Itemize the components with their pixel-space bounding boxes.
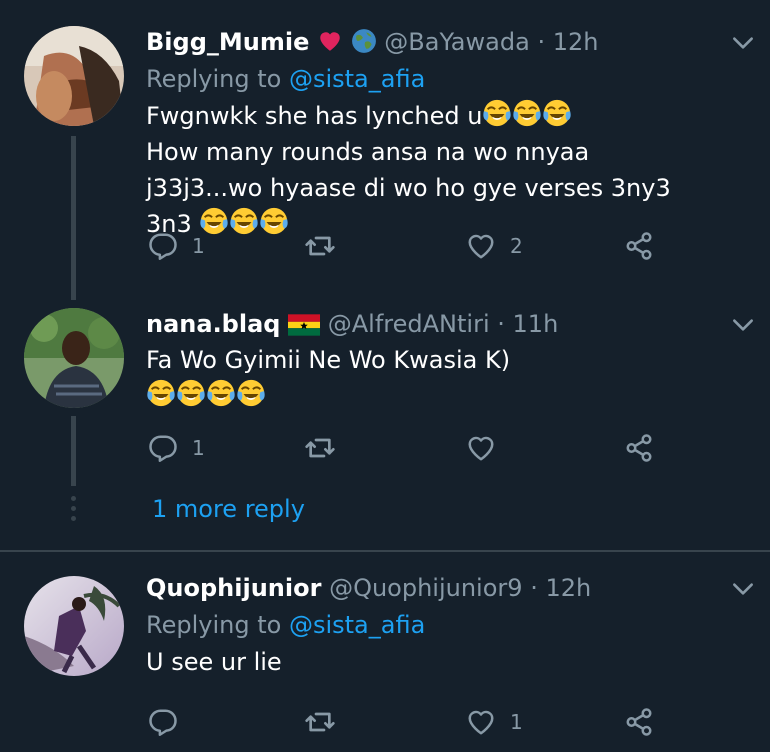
globe-emoji [351, 28, 385, 56]
avatar[interactable] [24, 576, 124, 676]
tweet-3[interactable]: Quophijunior @Quophijunior9 · 12h Replyi… [0, 552, 770, 752]
retweet-icon [304, 706, 336, 738]
retweet-button[interactable] [304, 704, 336, 740]
more-replies-link[interactable]: 1 more reply [152, 494, 305, 524]
like-button[interactable]: 1 [466, 704, 523, 740]
share-button[interactable] [624, 704, 654, 740]
tweet-text-line: U see ur lie [146, 648, 282, 676]
share-icon [624, 433, 654, 463]
handle[interactable]: @BaYawada [384, 28, 530, 56]
chevron-down-icon[interactable] [730, 312, 756, 338]
timestamp[interactable]: 11h [513, 310, 559, 338]
mention-link[interactable]: @sista_afia [289, 65, 425, 93]
reply-button[interactable]: 1 [148, 228, 205, 264]
tweet-actions: 1 [146, 704, 666, 740]
more-replies-dots [71, 496, 77, 526]
reply-icon [148, 231, 178, 261]
tears-of-joy-emoji [146, 382, 266, 410]
like-button[interactable] [466, 430, 496, 466]
like-icon [466, 231, 496, 261]
reply-count: 1 [192, 436, 205, 460]
reply-icon [148, 433, 178, 463]
separator-dot: · [497, 310, 505, 338]
tweet-actions: 1 2 [146, 228, 666, 264]
handle[interactable]: @Quophijunior9 [329, 574, 522, 602]
reply-button[interactable] [148, 704, 178, 740]
share-button[interactable] [624, 430, 654, 466]
display-name[interactable]: Quophijunior [146, 574, 321, 602]
tweet-text: Fa Wo Gyimii Ne Wo Kwasia K) [146, 342, 710, 414]
thread-line [71, 416, 76, 486]
avatar[interactable] [24, 308, 124, 408]
reply-icon [148, 707, 178, 737]
reply-button[interactable]: 1 [148, 430, 205, 466]
replying-to-label: Replying to [146, 611, 282, 639]
ghana-flag-emoji [288, 310, 328, 338]
like-count: 2 [510, 234, 523, 258]
tweet-actions: 1 [146, 430, 666, 466]
separator-dot: · [537, 28, 546, 56]
tweet-2[interactable]: nana.blaq @AlfredANtiri · 11h Fa Wo Gyim… [0, 300, 770, 550]
share-icon [624, 707, 654, 737]
tears-of-joy-emoji [482, 102, 572, 130]
thread-line [71, 136, 76, 300]
retweet-icon [304, 230, 336, 262]
handle[interactable]: @AlfredANtiri [328, 310, 490, 338]
retweet-button[interactable] [304, 228, 336, 264]
tweet-text: U see ur lie [146, 644, 710, 680]
share-button[interactable] [624, 228, 654, 264]
tweet-text: Fwgnwkk she has lynched u How many round… [146, 98, 710, 242]
replying-to: Replying to @sista_afia [146, 610, 710, 640]
tweet-text-line: Fa Wo Gyimii Ne Wo Kwasia K) [146, 346, 511, 374]
retweet-icon [304, 432, 336, 464]
replying-to: Replying to @sista_afia [146, 64, 710, 94]
reply-count: 1 [192, 234, 205, 258]
retweet-button[interactable] [304, 430, 336, 466]
display-name[interactable]: nana.blaq [146, 310, 280, 338]
display-name[interactable]: Bigg_Mumie [146, 28, 309, 56]
replying-to-label: Replying to [146, 65, 282, 93]
share-icon [624, 231, 654, 261]
tweet-text-line: Fwgnwkk she has lynched u [146, 102, 483, 130]
tweet-header: Quophijunior @Quophijunior9 · 12h [146, 573, 710, 603]
like-button[interactable]: 2 [466, 228, 523, 264]
red-heart-emoji [317, 28, 351, 56]
timestamp[interactable]: 12h [545, 574, 591, 602]
chevron-down-icon[interactable] [730, 30, 756, 56]
tweet-1[interactable]: Bigg_Mumie @BaYawada · 12h Replying to @… [0, 0, 770, 300]
mention-link[interactable]: @sista_afia [289, 611, 425, 639]
separator-dot: · [530, 574, 538, 602]
like-count: 1 [510, 710, 523, 734]
like-icon [466, 707, 496, 737]
timestamp[interactable]: 12h [553, 28, 599, 56]
tweet-header: nana.blaq @AlfredANtiri · 11h [146, 309, 710, 339]
tweet-header: Bigg_Mumie @BaYawada · 12h [146, 27, 710, 57]
chevron-down-icon[interactable] [730, 576, 756, 602]
like-icon [466, 433, 496, 463]
avatar[interactable] [24, 26, 124, 126]
